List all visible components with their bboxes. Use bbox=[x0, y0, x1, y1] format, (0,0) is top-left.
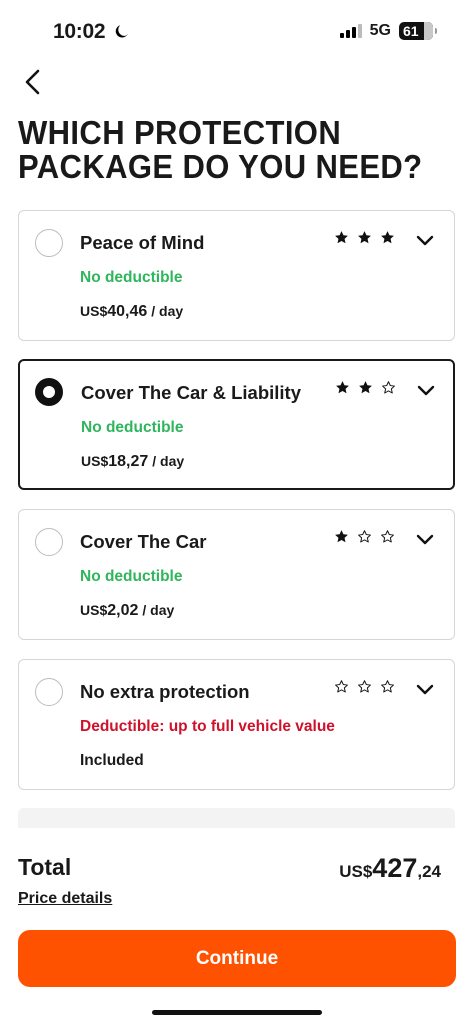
continue-button[interactable]: Continue bbox=[18, 930, 456, 987]
price-amount: 18,27 bbox=[108, 453, 149, 470]
star-outline-icon bbox=[382, 381, 395, 394]
price-currency: US$ bbox=[80, 602, 108, 618]
chevron-down-icon[interactable] bbox=[416, 381, 436, 401]
deductible-label: No deductible bbox=[81, 419, 184, 436]
clock: 10:02 bbox=[53, 20, 106, 43]
package-name: No extra protection bbox=[80, 681, 250, 702]
price-amount: 2,02 bbox=[107, 602, 139, 619]
price-currency: US$ bbox=[80, 303, 108, 319]
star-outline-icon bbox=[381, 530, 394, 543]
status-time: 10:02 bbox=[53, 20, 130, 44]
star-filled-icon bbox=[381, 231, 394, 244]
deductible-label: Deductible: up to full vehicle value bbox=[80, 718, 335, 735]
signal-icon bbox=[339, 24, 362, 38]
radio-button-selected[interactable] bbox=[35, 378, 63, 406]
star-rating bbox=[334, 230, 395, 245]
price-period: / day bbox=[142, 602, 175, 618]
status-indicators: 5G 61 bbox=[339, 22, 437, 40]
package-price: US$18,27/ day bbox=[81, 453, 184, 471]
package-price: US$2,02/ day bbox=[80, 602, 174, 620]
network-type: 5G bbox=[369, 22, 391, 39]
battery-level: 61 bbox=[403, 23, 419, 39]
star-outline-icon bbox=[358, 680, 371, 693]
package-card-no-extra-protection[interactable]: No extra protection Deductible: up to fu… bbox=[18, 659, 455, 790]
package-name: Peace of Mind bbox=[80, 232, 205, 253]
star-filled-icon bbox=[335, 530, 348, 543]
total-price: US$ 427,24 bbox=[339, 853, 441, 884]
total-decimal: ,24 bbox=[417, 862, 441, 881]
star-rating bbox=[334, 529, 395, 544]
chevron-down-icon[interactable] bbox=[415, 530, 435, 550]
home-indicator bbox=[152, 1010, 322, 1015]
checkout-footer: Total US$ 427,24 Price details Continue bbox=[0, 828, 473, 1024]
star-filled-icon bbox=[358, 231, 371, 244]
package-card-cover-the-car-liability[interactable]: Cover The Car & Liability No deductible … bbox=[18, 359, 455, 490]
star-outline-icon bbox=[358, 530, 371, 543]
total-label: Total bbox=[18, 854, 72, 880]
star-rating bbox=[334, 679, 395, 694]
battery-icon: 61 bbox=[399, 22, 437, 40]
status-bar: 10:02 5G 61 bbox=[0, 0, 473, 64]
price-amount: 40,46 bbox=[107, 303, 148, 320]
star-outline-icon bbox=[335, 680, 348, 693]
package-card-cover-the-car[interactable]: Cover The Car No deductible US$2,02/ day bbox=[18, 509, 455, 640]
star-filled-icon bbox=[359, 381, 372, 394]
package-price: US$40,46/ day bbox=[80, 303, 183, 321]
star-filled-icon bbox=[335, 231, 348, 244]
included-label: Included bbox=[80, 752, 144, 769]
radio-button[interactable] bbox=[35, 528, 63, 556]
deductible-label: No deductible bbox=[80, 269, 183, 286]
star-outline-icon bbox=[381, 680, 394, 693]
package-name: Cover The Car & Liability bbox=[81, 382, 301, 403]
star-rating bbox=[335, 380, 396, 395]
package-name: Cover The Car bbox=[80, 531, 207, 552]
price-period: / day bbox=[151, 303, 184, 319]
page-title: WHICH PROTECTION PACKAGE DO YOU NEED? bbox=[18, 114, 423, 185]
deductible-label: No deductible bbox=[80, 568, 183, 585]
total-currency: US$ bbox=[339, 862, 373, 881]
radio-button[interactable] bbox=[35, 229, 63, 257]
moon-icon bbox=[115, 25, 128, 38]
chevron-down-icon[interactable] bbox=[415, 231, 435, 251]
radio-button[interactable] bbox=[35, 678, 63, 706]
price-details-link[interactable]: Price details bbox=[18, 890, 112, 908]
package-card-peace-of-mind[interactable]: Peace of Mind No deductible US$40,46/ da… bbox=[18, 210, 455, 341]
chevron-down-icon[interactable] bbox=[415, 680, 435, 700]
star-filled-icon bbox=[336, 381, 349, 394]
back-arrow-icon[interactable] bbox=[20, 66, 48, 98]
price-period: / day bbox=[152, 453, 185, 469]
price-currency: US$ bbox=[81, 453, 109, 469]
total-integer: 427 bbox=[372, 853, 418, 883]
